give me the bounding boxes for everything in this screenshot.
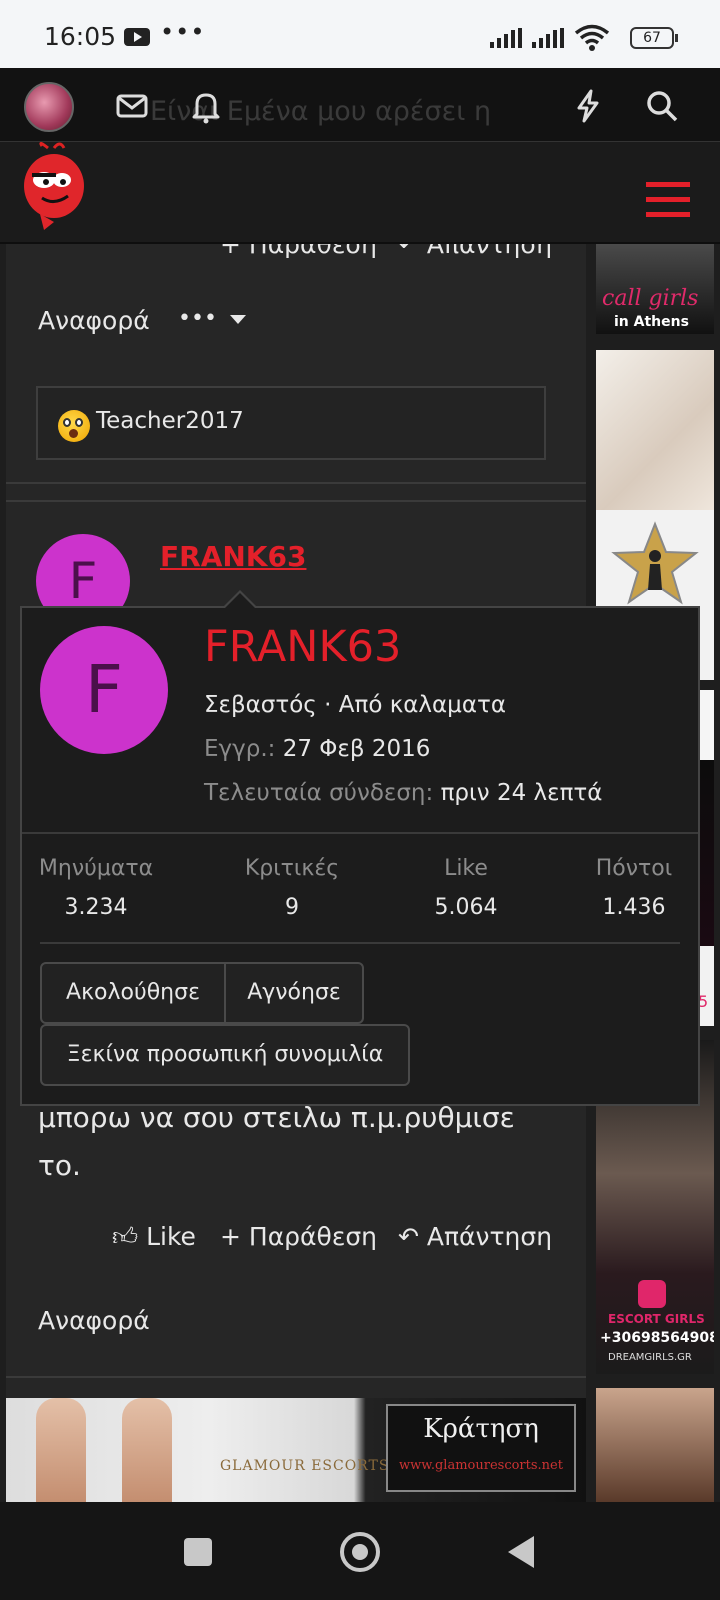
wifi-icon bbox=[574, 24, 610, 51]
card-divider-2 bbox=[40, 942, 680, 944]
post-body: μπορω να σου στειλω π.μ.ρυθμισε το. bbox=[38, 1101, 515, 1182]
stat-label: Πόντοι bbox=[595, 856, 673, 881]
member-avatar[interactable]: F bbox=[40, 626, 168, 754]
report-link[interactable]: Αναφορά bbox=[38, 1306, 150, 1335]
bell-icon[interactable] bbox=[186, 86, 226, 126]
stat-points: Πόντοι 1.436 bbox=[554, 856, 714, 920]
astonished-emoji-icon bbox=[58, 410, 90, 442]
banner-model-image bbox=[36, 1398, 86, 1502]
reply-label: Απάντηση bbox=[426, 244, 553, 259]
ad-call-girls[interactable]: call girls in Athens bbox=[596, 244, 714, 334]
ad-phone: +306985649084 bbox=[600, 1330, 714, 1346]
stat-value: 1.436 bbox=[602, 895, 666, 920]
more-options-button[interactable]: ••• bbox=[178, 306, 246, 331]
ad-image-2[interactable] bbox=[596, 350, 714, 510]
ad-image-6[interactable] bbox=[596, 1388, 714, 1502]
report-link-top[interactable]: Αναφορά bbox=[38, 306, 150, 335]
phone-icon bbox=[638, 1280, 666, 1308]
banner-brand: GLAMOUR ESCORTS bbox=[220, 1458, 390, 1474]
reply-action-top[interactable]: ↶ Απάντηση bbox=[398, 244, 552, 259]
thumbs-up-icon: 👍︎ bbox=[112, 1222, 139, 1251]
reply-label: Απάντηση bbox=[426, 1222, 553, 1251]
member-last-seen: Τελευταία σύνδεση: πριν 24 λεπτά bbox=[204, 780, 602, 806]
stat-messages: Μηνύματα 3.234 bbox=[16, 856, 176, 920]
post-username[interactable]: FRANK63 bbox=[160, 540, 306, 573]
tooltip-arrow bbox=[222, 590, 258, 609]
site-logo[interactable] bbox=[20, 142, 88, 232]
home-button[interactable] bbox=[340, 1532, 380, 1572]
stat-label: Κριτικές bbox=[244, 856, 340, 881]
like-action[interactable]: 👍︎ Like bbox=[112, 1222, 196, 1252]
stat-value: 5.064 bbox=[434, 895, 498, 920]
quote-label: Παράθεση bbox=[248, 244, 378, 259]
site-header bbox=[0, 142, 720, 244]
reaction-user: Teacher2017 bbox=[96, 408, 244, 434]
android-nav-bar bbox=[0, 1502, 720, 1600]
last-seen-value: πριν 24 λεπτά bbox=[440, 780, 603, 806]
post-divider-2 bbox=[6, 500, 586, 502]
quote-action[interactable]: + Παράθεση bbox=[220, 1222, 377, 1251]
chevron-down-icon bbox=[229, 314, 246, 324]
reactions-box[interactable]: Teacher2017 bbox=[36, 386, 546, 460]
more-dots-icon: ••• bbox=[178, 306, 217, 331]
member-title: Σεβαστός · Από καλαματα bbox=[204, 692, 506, 718]
card-divider bbox=[22, 832, 698, 834]
stat-value: 9 bbox=[285, 895, 299, 920]
start-conversation-button[interactable]: Ξεκίνα προσωπική συνομιλία bbox=[40, 1024, 410, 1086]
reply-icon: ↶ bbox=[398, 1222, 419, 1251]
status-bar: 16:05 ••• 67 bbox=[0, 0, 720, 68]
ignore-button[interactable]: Αγνόησε bbox=[224, 962, 364, 1024]
banner-booking-button[interactable]: Κράτηση www.glamourescorts.net bbox=[386, 1404, 576, 1492]
banner-model-image-2 bbox=[122, 1398, 172, 1502]
back-button[interactable] bbox=[508, 1536, 534, 1568]
last-seen-label: Τελευταία σύνδεση: bbox=[204, 780, 434, 806]
follow-button[interactable]: Ακολούθησε bbox=[40, 962, 226, 1024]
quote-action-top[interactable]: + Παράθεση bbox=[220, 244, 377, 259]
banner-url: www.glamourescorts.net bbox=[399, 1458, 563, 1473]
stat-value: 3.234 bbox=[64, 895, 128, 920]
ad-site: DREAMGIRLS.GR bbox=[608, 1352, 692, 1363]
recent-apps-button[interactable] bbox=[184, 1538, 212, 1566]
battery-icon: 67 bbox=[630, 27, 678, 49]
post-divider bbox=[6, 482, 586, 484]
plus-icon: + bbox=[220, 1222, 241, 1251]
member-tooltip-card: F FRANK63 Σεβαστός · Από καλαματα Εγγρ.:… bbox=[20, 590, 700, 1106]
more-notifications-icon: ••• bbox=[160, 18, 206, 46]
signal-icon-2 bbox=[532, 28, 566, 48]
ad-banner-glamour[interactable]: GLAMOUR ESCORTS Κράτηση www.glamourescor… bbox=[6, 1398, 586, 1502]
signal-icon bbox=[490, 28, 524, 48]
ad-text-1: call girls bbox=[602, 286, 699, 311]
top-nav: Είναι Εμένα μου αρέσει η bbox=[0, 68, 720, 142]
stat-likes: Like 5.064 bbox=[386, 856, 546, 920]
joined-value: 27 Φεβ 2016 bbox=[282, 736, 431, 762]
banner-cta-label: Κράτηση bbox=[423, 1414, 539, 1444]
search-icon[interactable] bbox=[642, 86, 682, 126]
stat-label: Μηνύματα bbox=[38, 856, 154, 881]
status-time: 16:05 bbox=[44, 22, 117, 51]
reply-icon: ↶ bbox=[398, 244, 419, 259]
star-logo-icon bbox=[611, 521, 699, 605]
quote-label: Παράθεση bbox=[248, 1222, 378, 1251]
like-label: Like bbox=[146, 1222, 196, 1251]
mail-icon[interactable] bbox=[112, 86, 152, 126]
user-avatar[interactable] bbox=[24, 82, 74, 132]
youtube-icon bbox=[124, 28, 150, 46]
member-joined: Εγγρ.: 27 Φεβ 2016 bbox=[204, 736, 430, 762]
post-divider-bottom bbox=[6, 1376, 586, 1378]
stat-reviews: Κριτικές 9 bbox=[212, 856, 372, 920]
ad-escort-title: ESCORT GIRLS bbox=[608, 1312, 705, 1326]
ad-text-2: in Athens bbox=[614, 314, 689, 330]
joined-label: Εγγρ.: bbox=[204, 736, 276, 762]
plus-icon: + bbox=[220, 244, 241, 259]
reply-action[interactable]: ↶ Απάντηση bbox=[398, 1222, 552, 1251]
lightning-icon[interactable] bbox=[568, 86, 608, 126]
menu-hamburger-icon[interactable] bbox=[646, 182, 690, 220]
member-username[interactable]: FRANK63 bbox=[204, 622, 401, 672]
stat-label: Like bbox=[444, 856, 488, 881]
